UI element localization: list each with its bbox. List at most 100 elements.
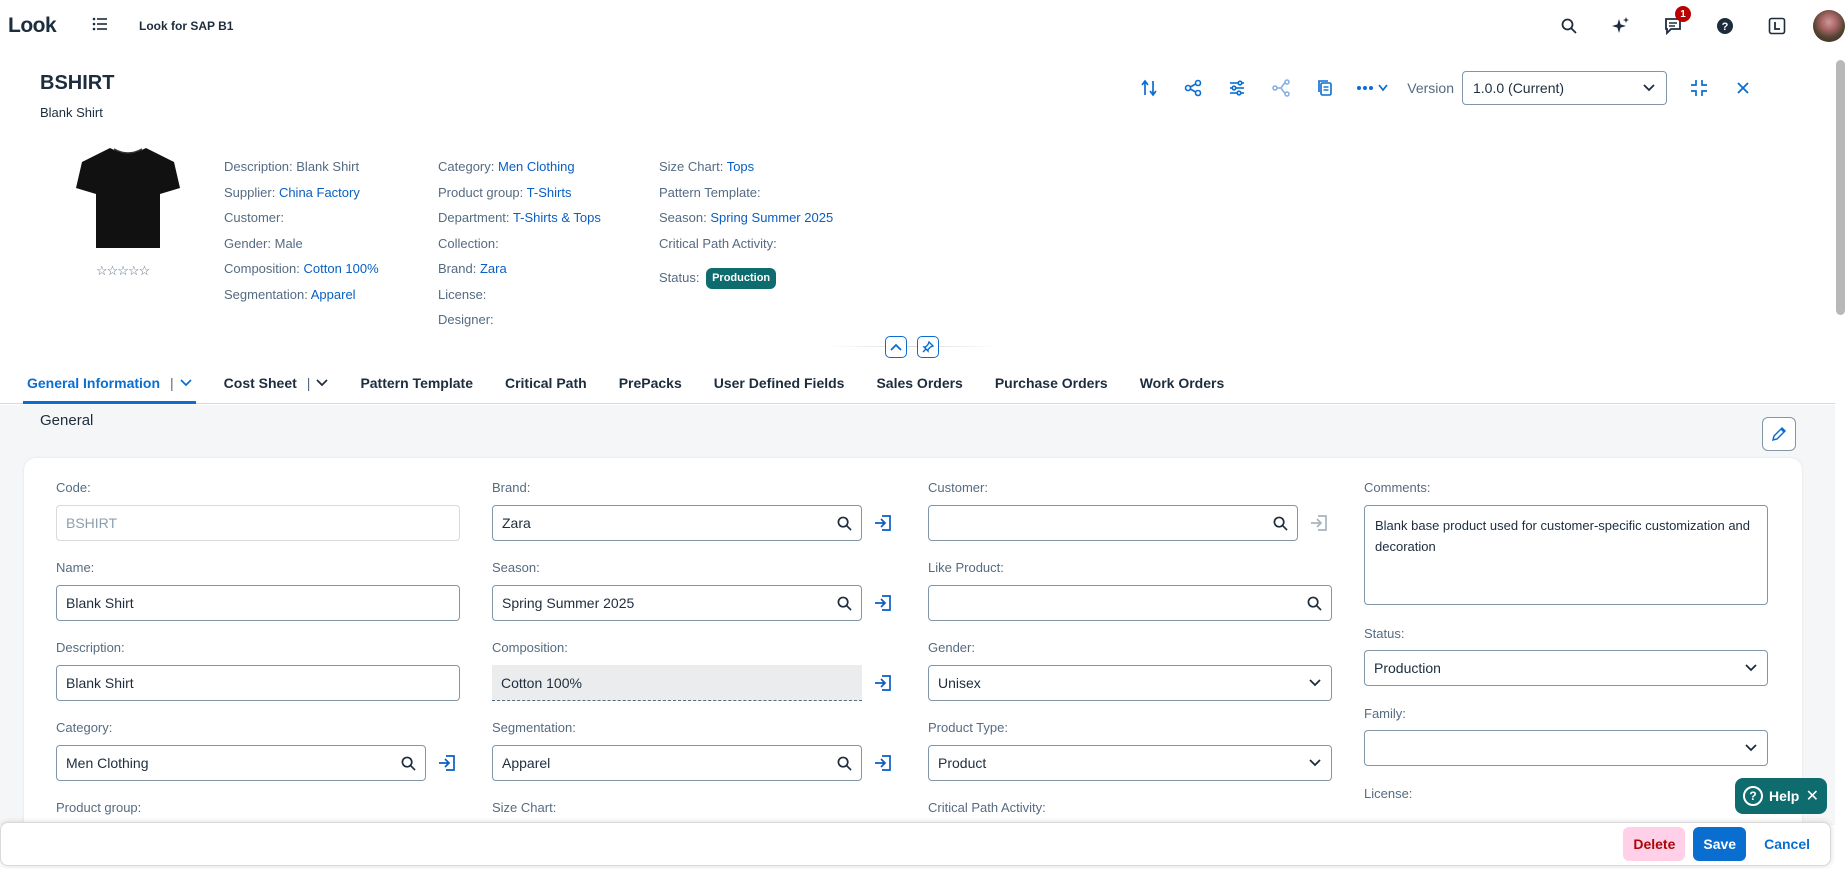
like-product-field[interactable] bbox=[928, 585, 1332, 621]
search-icon[interactable] bbox=[1307, 596, 1322, 611]
share-network-icon[interactable] bbox=[1175, 72, 1211, 104]
search-icon[interactable] bbox=[401, 756, 416, 771]
header-attributes-col1: Description: Blank Shirt Supplier: China… bbox=[224, 159, 379, 302]
tab-general-information[interactable]: General Information | bbox=[23, 375, 196, 404]
notification-badge: 1 bbox=[1675, 6, 1691, 22]
edit-button[interactable] bbox=[1762, 417, 1796, 451]
footer-toolbar: Delete Save Cancel bbox=[0, 822, 1831, 866]
tab-prepacks[interactable]: PrePacks bbox=[619, 375, 682, 403]
code-label: Code: bbox=[56, 480, 91, 495]
general-form-card: Code: BSHIRT Name: Blank Shirt Descripti… bbox=[24, 458, 1802, 838]
product-type-select[interactable]: Product bbox=[928, 745, 1332, 781]
version-select[interactable]: 1.0.0 (Current) bbox=[1462, 71, 1667, 105]
category-link[interactable]: Men Clothing bbox=[498, 159, 575, 174]
sort-icon[interactable] bbox=[1131, 72, 1167, 104]
tab-sales-orders[interactable]: Sales Orders bbox=[876, 375, 962, 403]
season-link[interactable]: Spring Summer 2025 bbox=[710, 210, 833, 225]
brand-label: Brand: bbox=[492, 480, 531, 495]
collapse-header-icon[interactable] bbox=[885, 336, 907, 358]
department-link[interactable]: T-Shirts & Tops bbox=[513, 210, 601, 225]
scrollbar[interactable] bbox=[1836, 60, 1845, 315]
ai-sparkle-icon[interactable] bbox=[1605, 10, 1637, 42]
navigate-icon[interactable] bbox=[871, 591, 895, 615]
version-value: 1.0.0 (Current) bbox=[1473, 80, 1565, 96]
chevron-down-icon[interactable] bbox=[180, 379, 192, 387]
description-label: Description: bbox=[56, 640, 125, 655]
page-subtitle: Blank Shirt bbox=[40, 105, 103, 120]
name-label: Name: bbox=[56, 560, 95, 575]
more-actions-icon[interactable] bbox=[1351, 72, 1395, 104]
help-label: Help bbox=[1769, 788, 1800, 804]
chevron-down-icon[interactable] bbox=[316, 379, 329, 387]
brand-link[interactable]: Zara bbox=[480, 261, 507, 276]
search-icon[interactable] bbox=[837, 596, 852, 611]
size-chart-link[interactable]: Tops bbox=[727, 159, 754, 174]
navigate-icon[interactable] bbox=[871, 671, 895, 695]
description-field[interactable]: Blank Shirt bbox=[56, 665, 460, 701]
gender-select[interactable]: Unisex bbox=[928, 665, 1332, 701]
pin-header-icon[interactable] bbox=[917, 336, 939, 358]
exit-fullscreen-icon[interactable] bbox=[1681, 72, 1717, 104]
search-icon[interactable] bbox=[837, 516, 852, 531]
chevron-down-icon bbox=[1309, 759, 1321, 767]
product-type-label: Product Type: bbox=[928, 720, 1008, 735]
category-label: Category: bbox=[56, 720, 113, 735]
navigate-icon[interactable] bbox=[871, 511, 895, 535]
chevron-down-icon bbox=[1745, 744, 1757, 752]
critical-path-activity-label: Critical Path Activity: bbox=[928, 800, 1046, 815]
object-header: BSHIRT Blank Shirt Version 1.0.0 (Curren… bbox=[0, 52, 1845, 358]
supplier-link[interactable]: China Factory bbox=[279, 185, 360, 200]
product-image bbox=[76, 148, 180, 248]
launchpad-icon[interactable] bbox=[1761, 10, 1793, 42]
user-avatar[interactable] bbox=[1813, 10, 1845, 42]
customer-label: Customer: bbox=[928, 480, 988, 495]
tab-cost-sheet[interactable]: Cost Sheet | bbox=[224, 375, 329, 403]
chevron-down-icon bbox=[1745, 664, 1757, 672]
copy-icon[interactable] bbox=[1307, 72, 1343, 104]
gender-label: Gender: bbox=[928, 640, 975, 655]
app-title: Look for SAP B1 bbox=[139, 19, 234, 33]
category-field[interactable]: Men Clothing bbox=[56, 745, 426, 781]
app-logo[interactable]: Look bbox=[8, 14, 57, 38]
workflow-icon[interactable] bbox=[1263, 72, 1299, 104]
notifications-icon[interactable]: 1 bbox=[1657, 6, 1691, 42]
svg-text:?: ? bbox=[1722, 21, 1729, 33]
gender-value: Male bbox=[274, 235, 303, 251]
comments-textarea[interactable]: Blank base product used for customer-spe… bbox=[1364, 505, 1768, 605]
navigate-icon[interactable] bbox=[871, 751, 895, 775]
save-button[interactable]: Save bbox=[1693, 827, 1747, 861]
composition-link[interactable]: Cotton 100% bbox=[304, 261, 379, 276]
search-icon[interactable] bbox=[837, 756, 852, 771]
brand-field[interactable]: Zara bbox=[492, 505, 862, 541]
tab-user-defined-fields[interactable]: User Defined Fields bbox=[714, 375, 845, 403]
family-select[interactable] bbox=[1364, 730, 1768, 766]
delete-button[interactable]: Delete bbox=[1623, 827, 1686, 861]
search-icon[interactable] bbox=[1273, 516, 1288, 531]
cancel-button[interactable]: Cancel bbox=[1754, 827, 1820, 861]
name-field[interactable]: Blank Shirt bbox=[56, 585, 460, 621]
season-field[interactable]: Spring Summer 2025 bbox=[492, 585, 862, 621]
rating-stars[interactable]: ☆☆☆☆☆ bbox=[96, 263, 150, 279]
product-group-link[interactable]: T-Shirts bbox=[527, 185, 572, 200]
family-label: Family: bbox=[1364, 706, 1406, 721]
menu-list-icon[interactable] bbox=[92, 16, 114, 36]
close-icon[interactable] bbox=[1725, 72, 1761, 104]
help-button[interactable]: ? Help ✕ bbox=[1735, 778, 1827, 814]
segmentation-label: Segmentation: bbox=[492, 720, 576, 735]
settings-sliders-icon[interactable] bbox=[1219, 72, 1255, 104]
tab-purchase-orders[interactable]: Purchase Orders bbox=[995, 375, 1108, 403]
customer-field[interactable] bbox=[928, 505, 1298, 541]
product-group-label: Product group: bbox=[56, 800, 142, 815]
status-select[interactable]: Production bbox=[1364, 650, 1768, 686]
description-value: Blank Shirt bbox=[296, 159, 360, 174]
tab-pattern-template[interactable]: Pattern Template bbox=[360, 375, 473, 403]
tab-critical-path[interactable]: Critical Path bbox=[505, 375, 587, 403]
close-help-icon[interactable]: ✕ bbox=[1806, 786, 1819, 806]
navigate-icon[interactable] bbox=[435, 751, 459, 775]
search-icon[interactable] bbox=[1553, 10, 1585, 42]
help-icon[interactable]: ? bbox=[1709, 10, 1741, 42]
segmentation-link[interactable]: Apparel bbox=[311, 287, 356, 302]
segmentation-field[interactable]: Apparel bbox=[492, 745, 862, 781]
composition-field: Cotton 100% bbox=[492, 665, 862, 701]
tab-work-orders[interactable]: Work Orders bbox=[1140, 375, 1225, 403]
